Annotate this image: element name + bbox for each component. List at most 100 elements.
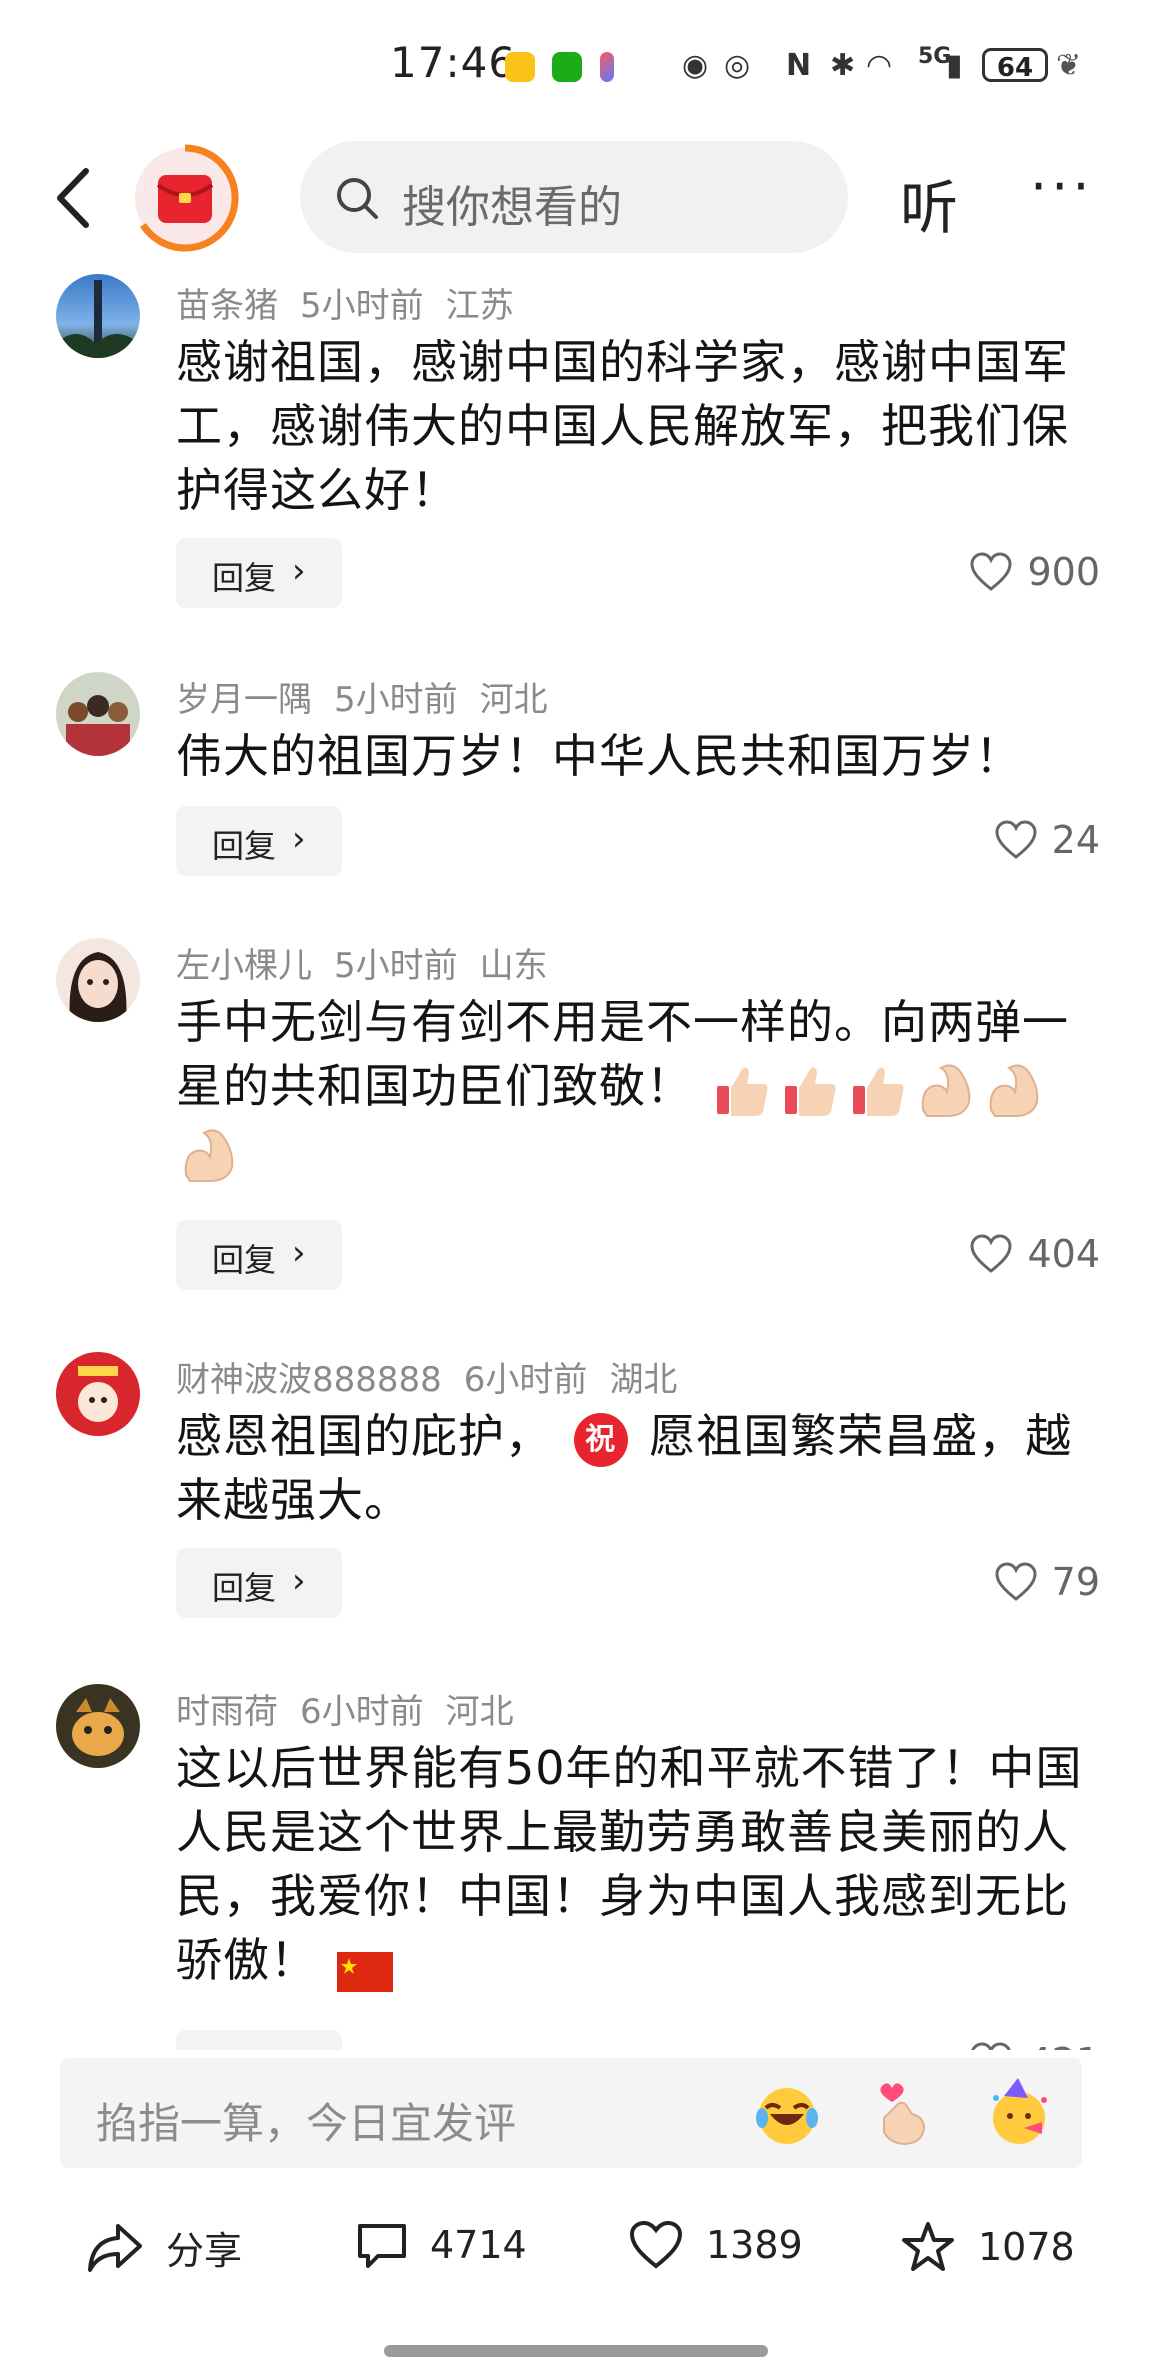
- favorites-count: 1078: [978, 2225, 1075, 2269]
- chevron-right-icon: ›: [292, 1233, 306, 1273]
- comment-input-placeholder: 掐指一算，今日宜发评: [96, 2099, 517, 2148]
- username[interactable]: 财神波波888888: [176, 1360, 442, 1400]
- battery-indicator: 64: [982, 48, 1048, 83]
- avatar[interactable]: [56, 1684, 140, 1768]
- comment-meta: 苗条猪 5小时前 江苏: [176, 278, 536, 327]
- more-menu-button[interactable]: ···: [1030, 155, 1094, 218]
- reply-button[interactable]: 回复 ›: [176, 1548, 342, 1618]
- reply-label: 回复: [212, 1241, 277, 1279]
- favorite-button[interactable]: 1078: [900, 2220, 1075, 2274]
- party-face-sticker-icon[interactable]: [984, 2078, 1054, 2148]
- chevron-right-icon: ›: [292, 2043, 306, 2050]
- reply-label: 回复: [212, 827, 277, 865]
- avatar[interactable]: [56, 672, 140, 756]
- comment-meta: 时雨荷 6小时前 河北: [176, 1684, 536, 1733]
- blessing-badge: 祝: [573, 1412, 628, 1467]
- search-icon: [337, 178, 378, 219]
- comment-time: 6小时前: [300, 1692, 424, 1732]
- comment-time: 6小时前: [463, 1360, 588, 1400]
- chevron-right-icon: ›: [292, 819, 306, 859]
- avatar[interactable]: [56, 274, 140, 358]
- comment-meta: 财神波波888888 6小时前 湖北: [176, 1352, 699, 1401]
- listen-button[interactable]: 听: [900, 161, 958, 245]
- home-indicator[interactable]: [384, 2345, 768, 2357]
- comments-button[interactable]: 4714: [356, 2220, 527, 2270]
- username[interactable]: 左小棵儿: [176, 946, 312, 986]
- status-bar: 17:46 ◉ ◎ N ✱ ◠ 5G ▮ 64 ❦: [0, 0, 1152, 130]
- thumbs-up-emoji: [713, 1060, 773, 1120]
- comment-location: 河北: [445, 1692, 514, 1732]
- thumbs-up-emoji: [849, 1060, 909, 1120]
- search-placeholder: 搜你想看的: [402, 182, 622, 233]
- comment-location: 江苏: [445, 286, 514, 326]
- avatar[interactable]: [56, 1352, 140, 1436]
- comment-input[interactable]: 掐指一算，今日宜发评: [60, 2058, 1082, 2168]
- heart-icon: [971, 2042, 1012, 2050]
- star-icon: [902, 2222, 954, 2271]
- like-button[interactable]: 421: [969, 2040, 1100, 2050]
- heart-icon: [629, 2220, 683, 2269]
- reply-label: 回复: [212, 2045, 276, 2050]
- signal-icon: ▮: [946, 48, 963, 83]
- wechat-app-icon: [552, 52, 582, 82]
- like-button[interactable]: 79: [994, 1560, 1100, 1604]
- comment-location: 河北: [479, 680, 548, 720]
- share-button[interactable]: 分享: [86, 2220, 242, 2275]
- comment-time: 5小时前: [334, 946, 458, 986]
- share-icon: [88, 2223, 142, 2272]
- like-count: 24: [1051, 818, 1100, 862]
- like-count: 404: [1027, 1232, 1100, 1276]
- likes-count: 1389: [706, 2223, 803, 2267]
- wifi-icon: ◠: [866, 48, 893, 83]
- reply-button[interactable]: 回复 ›: [176, 806, 342, 876]
- comment-text: 感恩祖国的庇护，: [176, 1409, 552, 1463]
- search-box[interactable]: 搜你想看的: [300, 141, 848, 253]
- comment-text: 感谢祖国，感谢中国的科学家，感谢中国军工，感谢伟大的中国人民解放军，把我们保护得…: [176, 335, 1069, 517]
- reply-button[interactable]: 回复 ›: [176, 538, 342, 608]
- comment-time: 5小时前: [300, 286, 424, 326]
- leaf-icon: ❦: [1056, 48, 1082, 83]
- comment-location: 湖北: [609, 1360, 678, 1400]
- kuaishou-app-icon: [600, 52, 614, 82]
- like-button[interactable]: 404: [969, 1232, 1100, 1276]
- top-bar: 搜你想看的 听 ···: [0, 135, 1152, 260]
- like-post-button[interactable]: 1389: [628, 2220, 803, 2270]
- status-time: 17:46: [390, 38, 517, 87]
- flexed-biceps-emoji: [985, 1060, 1045, 1120]
- comment-icon: [358, 2224, 406, 2268]
- chevron-right-icon: ›: [292, 1561, 306, 1601]
- eye-icon: ◎: [724, 48, 751, 83]
- finger-heart-sticker-icon[interactable]: [868, 2078, 938, 2148]
- comment-meta: 岁月一隅 5小时前 河北: [176, 672, 570, 721]
- bluetooth-icon: ✱: [830, 48, 856, 83]
- like-count: 79: [1051, 1560, 1100, 1604]
- laughing-crying-sticker-icon[interactable]: [752, 2078, 822, 2148]
- username[interactable]: 苗条猪: [176, 286, 278, 326]
- reply-button[interactable]: 回复 ›: [176, 1220, 342, 1290]
- comment-text-block: 这以后世界能有50年的和平就不错了！中国人民是这个世界上最勤劳勇敢善良美丽的人民…: [176, 1736, 1096, 1992]
- comment-time: 5小时前: [334, 680, 458, 720]
- reply-button[interactable]: 回复 ›: [176, 2030, 342, 2050]
- like-button[interactable]: 900: [969, 550, 1100, 594]
- avatar[interactable]: [56, 938, 140, 1022]
- like-button[interactable]: 24: [994, 818, 1100, 862]
- username[interactable]: 岁月一隅: [176, 680, 312, 720]
- username[interactable]: 时雨荷: [176, 1692, 278, 1732]
- comment-text: 这以后世界能有50年的和平就不错了！中国人民是这个世界上最勤劳勇敢善良美丽的人民…: [176, 1741, 1083, 1987]
- location-icon: ◉: [682, 48, 709, 83]
- heart-icon: [970, 552, 1012, 591]
- china-flag-emoji: [336, 1944, 393, 1992]
- back-arrow-icon[interactable]: [48, 163, 108, 233]
- reply-label: 回复: [212, 1569, 277, 1607]
- heart-icon: [970, 1234, 1012, 1273]
- heart-icon: [995, 820, 1037, 859]
- like-count: 900: [1027, 550, 1100, 594]
- thumbs-up-emoji: [781, 1060, 841, 1120]
- weibo-app-icon: [505, 52, 535, 82]
- nfc-icon: N: [786, 48, 812, 83]
- comment-meta: 左小棵儿 5小时前 山东: [176, 938, 570, 987]
- bottom-action-bar: 分享 4714 1389 1078: [0, 2190, 1152, 2320]
- reply-label: 回复: [212, 559, 277, 597]
- like-count: 421: [1027, 2040, 1100, 2050]
- red-envelope-logo-icon[interactable]: [130, 143, 240, 253]
